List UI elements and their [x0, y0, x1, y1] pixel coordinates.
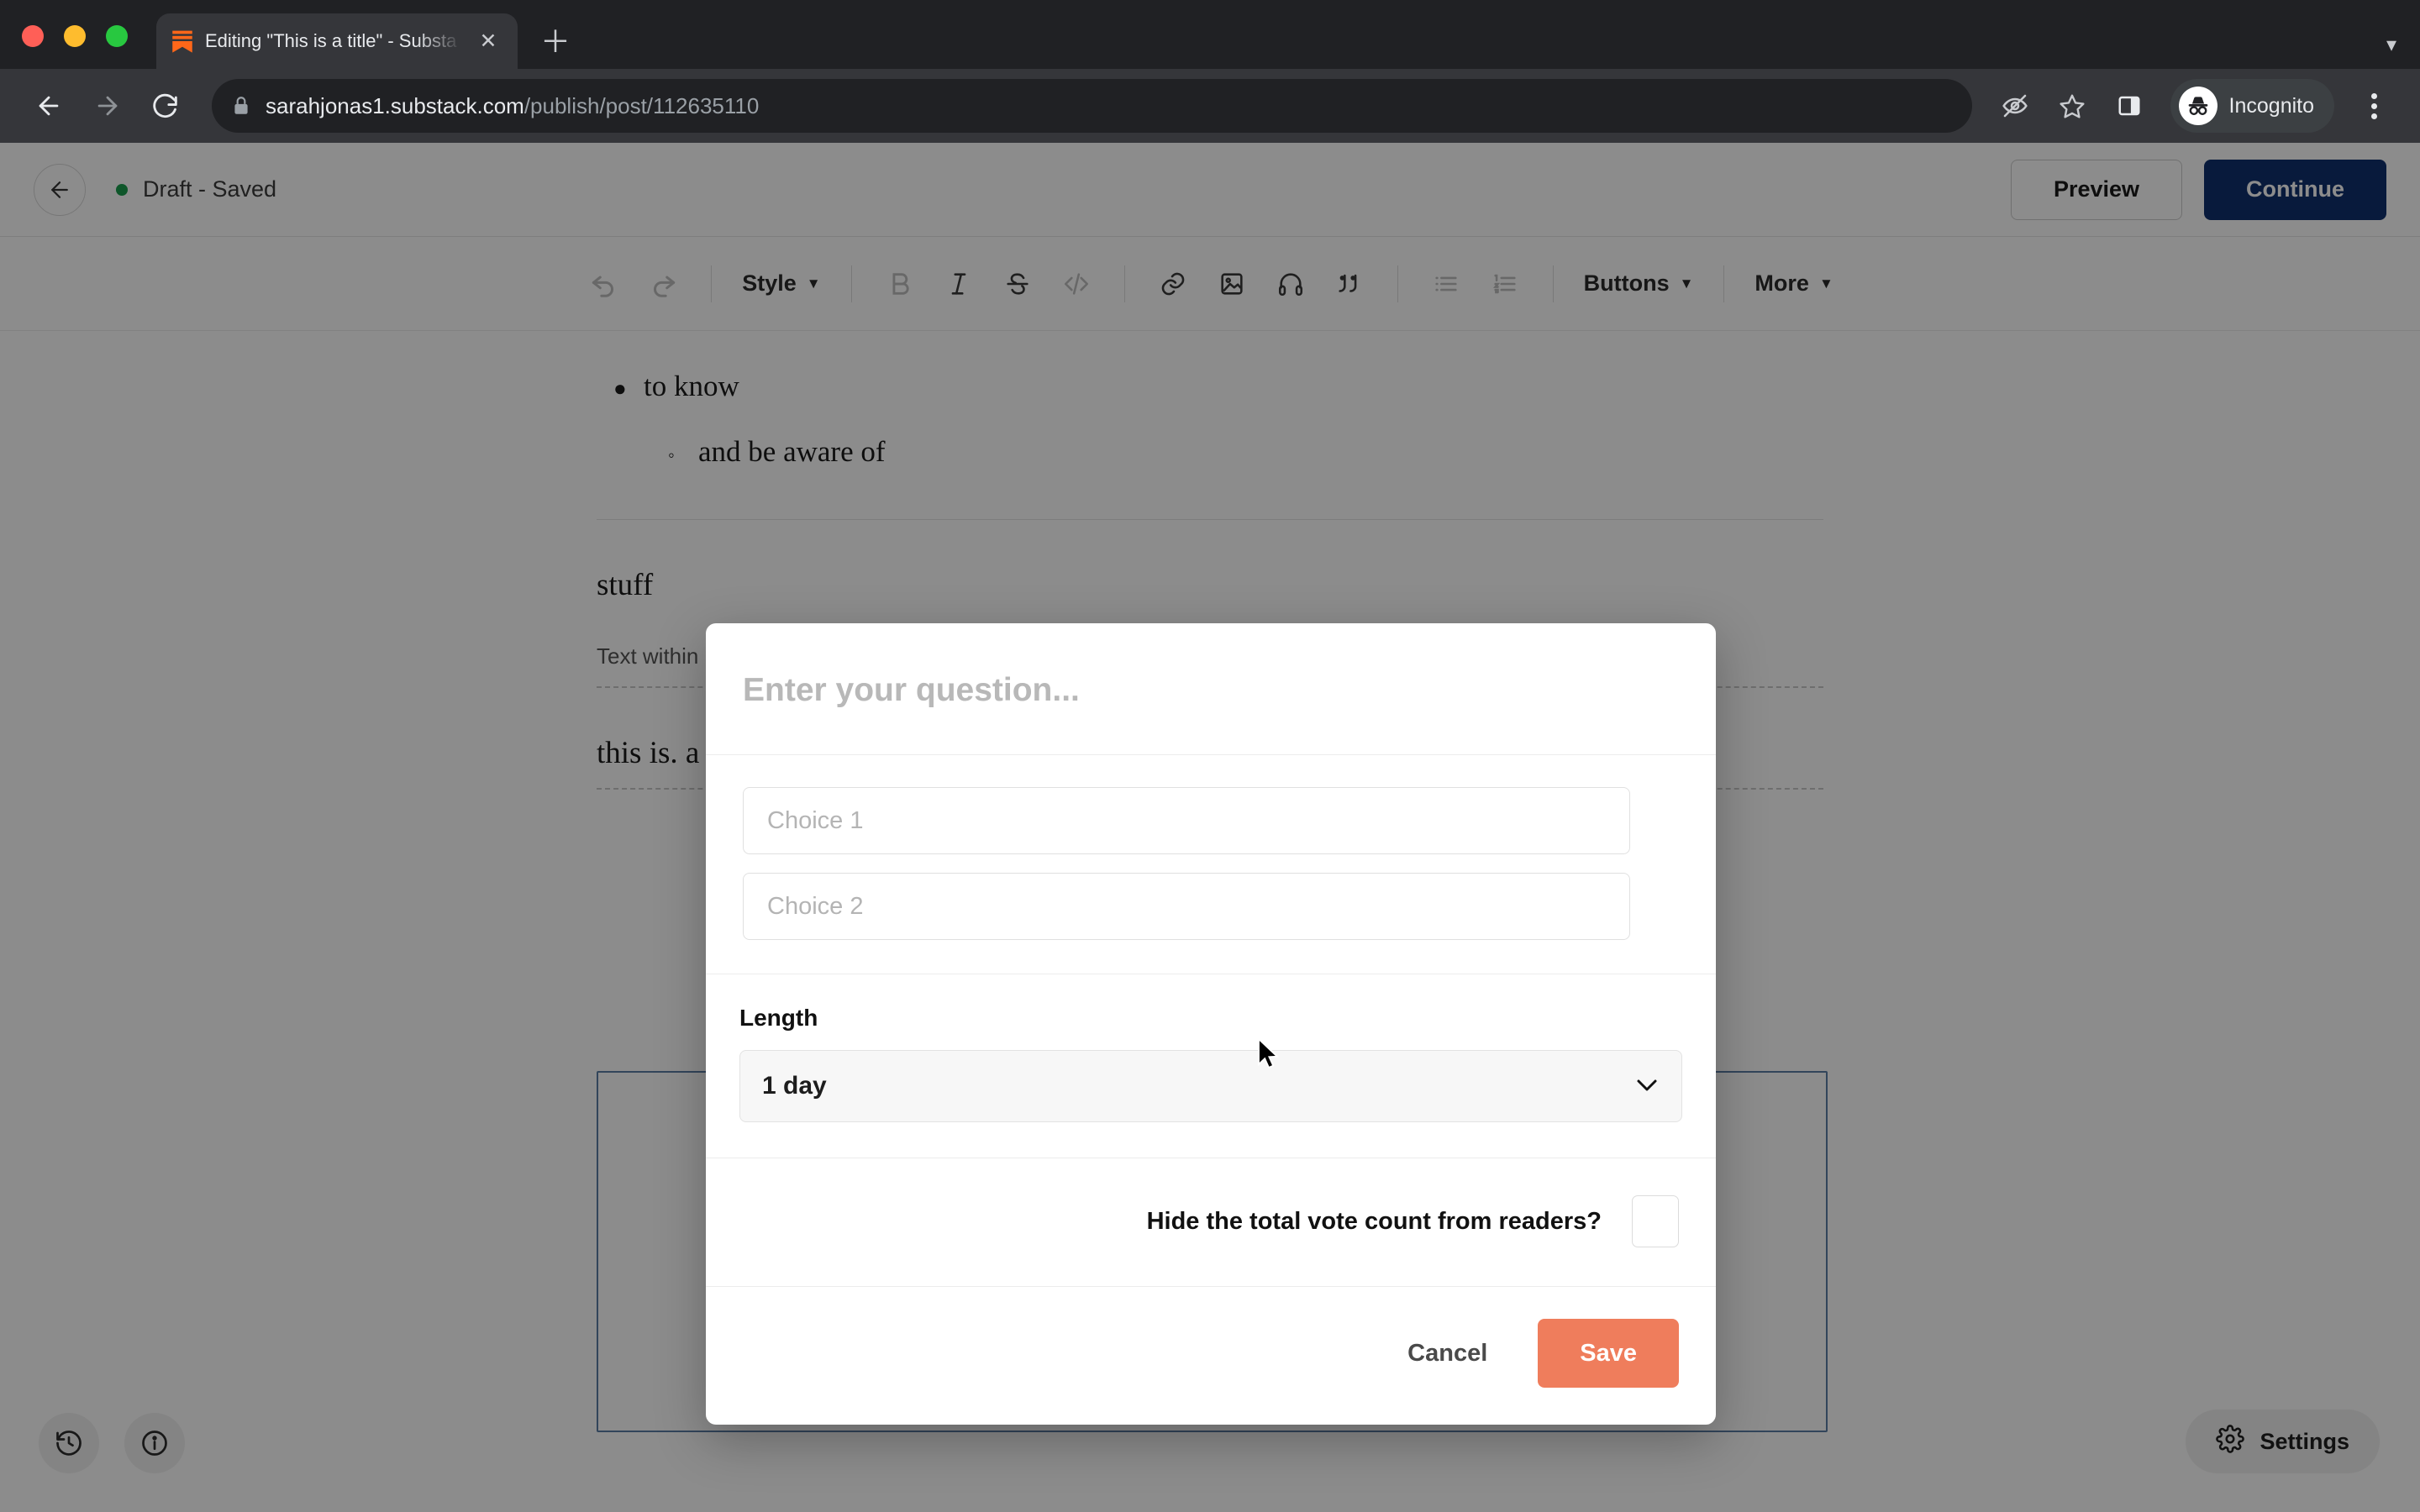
incognito-icon — [2178, 87, 2217, 125]
forward-arrow-icon[interactable] — [81, 79, 134, 133]
reload-icon[interactable] — [139, 79, 193, 133]
poll-choices-section: Choice 1 Choice 2 — [706, 755, 1716, 974]
hide-votes-checkbox[interactable] — [1632, 1195, 1679, 1247]
substack-logo-icon — [171, 29, 193, 54]
save-button[interactable]: Save — [1538, 1319, 1679, 1388]
browser-window: Editing "This is a title" - Substa ✕ ＋ ▾ — [0, 0, 2420, 1512]
address-bar[interactable]: sarahjonas1.substack.com/publish/post/11… — [212, 79, 1972, 133]
back-arrow-icon[interactable] — [22, 79, 76, 133]
star-icon[interactable] — [2048, 81, 2096, 130]
mouse-cursor — [1257, 1037, 1280, 1069]
minimize-window-button[interactable] — [64, 25, 86, 47]
choice-2-input[interactable]: Choice 2 — [743, 873, 1630, 940]
profile-chip[interactable]: Incognito — [2170, 79, 2334, 133]
poll-length-section: Length 1 day — [706, 974, 1716, 1158]
poll-question-section: Enter your question... — [706, 623, 1716, 755]
substack-editor-page: Draft - Saved Preview Continue Style ▼ B… — [0, 143, 2420, 1512]
choice-1-input[interactable]: Choice 1 — [743, 787, 1630, 854]
side-panel-icon[interactable] — [2105, 81, 2154, 130]
dialog-footer: Cancel Save — [706, 1287, 1716, 1425]
url-domain: sarahjonas1.substack.com — [266, 92, 524, 118]
browser-tab[interactable]: Editing "This is a title" - Substa ✕ — [156, 13, 518, 69]
length-label: Length — [739, 1005, 818, 1031]
close-window-button[interactable] — [22, 25, 44, 47]
toolbar-actions: Incognito — [1991, 79, 2398, 133]
url-path: /publish/post/112635110 — [523, 92, 760, 118]
eye-slash-icon[interactable] — [1991, 81, 2039, 130]
tab-title: Editing "This is a title" - Substa — [205, 30, 457, 51]
plus-icon[interactable]: ＋ — [529, 13, 581, 66]
close-icon[interactable]: ✕ — [474, 27, 502, 55]
url-text: sarahjonas1.substack.com/publish/post/11… — [266, 93, 759, 119]
browser-toolbar: sarahjonas1.substack.com/publish/post/11… — [0, 69, 2420, 143]
window-controls — [22, 25, 128, 69]
chevron-down-icon[interactable]: ▾ — [2386, 33, 2396, 57]
length-selected-value: 1 day — [762, 1072, 827, 1100]
profile-label: Incognito — [2228, 93, 2314, 118]
maximize-window-button[interactable] — [106, 25, 128, 47]
poll-editor-dialog: Enter your question... Choice 1 Choice 2… — [706, 623, 1716, 1425]
chevron-down-icon — [1634, 1072, 1660, 1100]
length-select[interactable]: 1 day — [739, 1050, 1682, 1122]
hide-votes-row: Hide the total vote count from readers? — [706, 1158, 1716, 1287]
kebab-menu-icon[interactable] — [2349, 81, 2398, 130]
poll-question-input[interactable]: Enter your question... — [743, 672, 1679, 709]
tab-strip-actions: ▾ — [2386, 33, 2420, 69]
hide-votes-label: Hide the total vote count from readers? — [1146, 1207, 1602, 1235]
cancel-button[interactable]: Cancel — [1374, 1319, 1521, 1388]
lock-icon — [230, 95, 252, 117]
tab-strip: Editing "This is a title" - Substa ✕ ＋ ▾ — [0, 0, 2420, 69]
